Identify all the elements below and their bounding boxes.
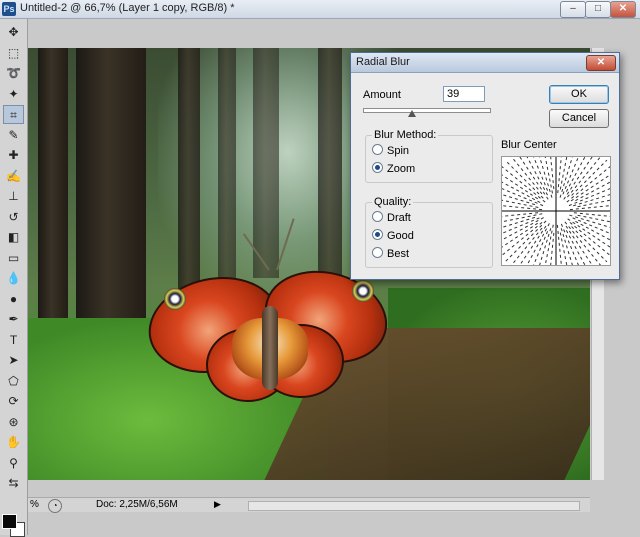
butterfly-layer xyxy=(139,218,398,406)
path-selection-tool-icon[interactable]: ➤ xyxy=(3,351,24,370)
amount-label: Amount xyxy=(363,89,401,101)
blur-method-group: Blur Method: Spin Zoom xyxy=(365,129,493,183)
minimize-button[interactable]: – xyxy=(560,1,586,18)
horizontal-scrollbar[interactable] xyxy=(248,501,580,511)
crop-tool-icon[interactable]: ⌗ xyxy=(3,105,24,124)
radio-button[interactable] xyxy=(372,144,383,155)
move-tool-icon[interactable]: ✥ xyxy=(3,23,24,42)
butterfly-body xyxy=(262,306,278,390)
blur-center-label: Blur Center xyxy=(501,139,557,151)
3d-orbit-tool-icon[interactable]: ⊛ xyxy=(3,413,24,432)
radio-best[interactable]: Best xyxy=(372,247,409,261)
radio-label: Draft xyxy=(387,212,411,224)
amount-input[interactable] xyxy=(443,86,485,102)
tree-trunk xyxy=(76,48,146,328)
radio-button[interactable] xyxy=(372,162,383,173)
radio-spin[interactable]: Spin xyxy=(372,144,409,158)
tree-trunk xyxy=(218,48,236,288)
radio-label: Spin xyxy=(387,145,410,157)
tree-trunk xyxy=(38,48,68,348)
dialog-title: Radial Blur xyxy=(356,56,410,68)
status-menu-arrow-icon[interactable]: ▶ xyxy=(214,499,221,510)
radio-button[interactable] xyxy=(372,247,383,258)
close-button[interactable]: ✕ xyxy=(610,1,636,18)
cancel-button[interactable]: Cancel xyxy=(549,109,609,128)
radio-button[interactable] xyxy=(372,229,383,240)
amount-slider-track[interactable] xyxy=(363,108,491,113)
radio-label: Good xyxy=(387,230,414,242)
history-brush-tool-icon[interactable]: ↺ xyxy=(3,208,24,227)
radio-good[interactable]: Good xyxy=(372,229,414,243)
amount-slider-thumb[interactable] xyxy=(408,110,417,117)
eraser-tool-icon[interactable]: ◧ xyxy=(3,228,24,247)
toolbox: ✥ ⬚ ➰ ✦ ⌗ ✎ ✚ ✍ ⊥ ↺ ◧ ▭ 💧 ● ✒ T ➤ ⬠ ⟳ ⊛ ✋ ⚲ ⇆ xyxy=(0,19,28,537)
radio-zoom[interactable]: Zoom xyxy=(372,162,415,176)
zoom-tool-icon[interactable]: ⚲ xyxy=(3,454,24,473)
foreground-color-swatch[interactable] xyxy=(2,514,17,529)
dialog-titlebar: Radial Blur ✕ xyxy=(351,53,619,73)
document-title: Untitled-2 @ 66,7% (Layer 1 copy, RGB/8)… xyxy=(20,2,235,14)
quality-group: Quality: Draft Good Best xyxy=(365,196,493,268)
eyespot xyxy=(352,280,374,302)
document-size: Doc: 2,25M/6,56M xyxy=(96,499,178,510)
gradient-tool-icon[interactable]: ▭ xyxy=(3,249,24,268)
zoom-level[interactable]: % xyxy=(30,499,39,510)
pen-tool-icon[interactable]: ✒ xyxy=(3,310,24,329)
navigator-icon[interactable]: ◔ xyxy=(48,499,62,513)
radio-label: Zoom xyxy=(387,163,416,175)
radio-button[interactable] xyxy=(372,211,383,222)
blur-tool-icon[interactable]: 💧 xyxy=(3,269,24,288)
magic-wand-tool-icon[interactable]: ✦ xyxy=(3,85,24,104)
workspace-background xyxy=(28,19,640,46)
ok-button[interactable]: OK xyxy=(549,85,609,104)
eyespot xyxy=(164,288,186,310)
shape-tool-icon[interactable]: ⬠ xyxy=(3,372,24,391)
status-bar: % ◔ Doc: 2,25M/6,56M ▶ xyxy=(28,497,590,513)
blur-center-lines xyxy=(502,157,610,265)
swap-colors-icon[interactable]: ⇆ xyxy=(3,474,24,493)
clone-stamp-tool-icon[interactable]: ⊥ xyxy=(3,187,24,206)
blur-center-preview[interactable] xyxy=(501,156,611,266)
type-tool-icon[interactable]: T xyxy=(3,331,24,350)
radial-blur-dialog: Radial Blur ✕ Amount Blur Method: Spin Z… xyxy=(350,52,620,280)
3d-rotate-tool-icon[interactable]: ⟳ xyxy=(3,392,24,411)
radio-draft[interactable]: Draft xyxy=(372,211,411,225)
quality-label: Quality: xyxy=(372,196,414,208)
tree-trunk xyxy=(253,48,279,278)
document-titlebar: Ps Untitled-2 @ 66,7% (Layer 1 copy, RGB… xyxy=(0,0,640,19)
brush-tool-icon[interactable]: ✍ xyxy=(3,167,24,186)
dodge-tool-icon[interactable]: ● xyxy=(3,290,24,309)
tree-trunk xyxy=(178,48,200,298)
blur-method-label: Blur Method: xyxy=(372,129,439,141)
healing-brush-tool-icon[interactable]: ✚ xyxy=(3,146,24,165)
lasso-tool-icon[interactable]: ➰ xyxy=(3,64,24,83)
photoshop-app-icon: Ps xyxy=(2,2,16,16)
maximize-button[interactable]: □ xyxy=(585,1,611,18)
radio-label: Best xyxy=(387,248,410,260)
tree-trunk xyxy=(318,48,342,278)
dialog-close-button[interactable]: ✕ xyxy=(586,55,616,71)
hand-tool-icon[interactable]: ✋ xyxy=(3,433,24,452)
marquee-tool-icon[interactable]: ⬚ xyxy=(3,44,24,63)
eyedropper-tool-icon[interactable]: ✎ xyxy=(3,126,24,145)
